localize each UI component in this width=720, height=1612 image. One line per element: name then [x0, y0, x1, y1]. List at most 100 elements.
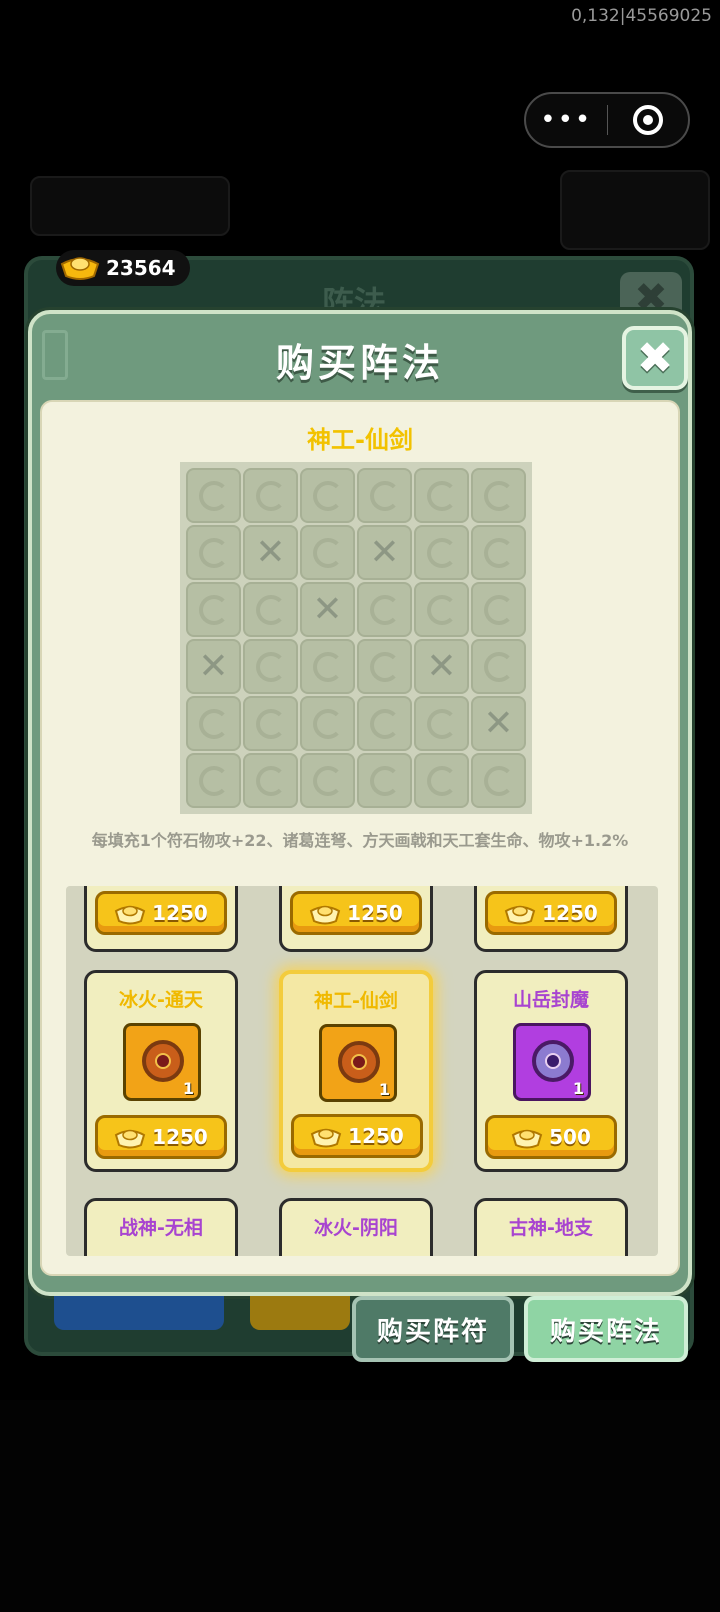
price-button[interactable]: 1250 — [485, 891, 617, 935]
grid-cell: ✕ — [186, 753, 241, 808]
price-value: 1250 — [347, 901, 403, 925]
grid-cell: ✕ — [300, 753, 355, 808]
bottom-tab-bar: 购买阵符 购买阵法 — [0, 1296, 720, 1366]
swirl-icon — [255, 651, 286, 682]
rune-icon — [142, 1040, 184, 1082]
formation-shop-list[interactable]: 1250 1250 1250 冰火-通天 1 1250 神工-仙剑 1 1250… — [66, 886, 658, 1256]
gold-ingot-icon — [114, 905, 146, 925]
cross-icon: ✕ — [369, 532, 400, 573]
gold-ingot-icon — [309, 905, 341, 925]
grid-cell-blocked: ✕ — [243, 525, 298, 580]
close-button[interactable]: ✖ — [622, 326, 688, 390]
card-name: 神工-仙剑 — [314, 990, 398, 1012]
swirl-icon — [255, 480, 286, 511]
mini-program-capsule: ••• — [524, 92, 690, 148]
shop-card-bingfeng-yinyang[interactable]: 冰火-阴阳 — [279, 1198, 433, 1256]
gold-ingot-icon — [114, 1129, 146, 1149]
card-name: 战神-无相 — [119, 1217, 203, 1239]
swirl-icon — [312, 708, 343, 739]
background-tab — [54, 1296, 224, 1330]
shop-card-zhanshen-wuxiang[interactable]: 战神-无相 — [84, 1198, 238, 1256]
swirl-icon — [255, 594, 286, 625]
grid-cell-blocked: ✕ — [414, 639, 469, 694]
gold-ingot-icon — [310, 1128, 342, 1148]
swirl-icon — [426, 708, 457, 739]
modal-title: 购买阵法 — [275, 341, 444, 385]
swirl-icon — [312, 765, 343, 796]
price-value: 500 — [549, 1125, 591, 1149]
rune-item-tile: 1 — [123, 1023, 201, 1101]
rune-item-tile: 1 — [319, 1024, 397, 1102]
cross-icon: ✕ — [198, 646, 229, 687]
rune-icon — [338, 1041, 380, 1083]
grid-cell: ✕ — [471, 582, 526, 637]
background-box — [560, 170, 710, 250]
grid-cell: ✕ — [357, 753, 412, 808]
swirl-icon — [483, 651, 514, 682]
swirl-icon — [198, 480, 229, 511]
card-name: 冰火-通天 — [119, 989, 203, 1011]
shop-card-gushen-dizhi[interactable]: 古神-地支 — [474, 1198, 628, 1256]
swirl-icon — [369, 651, 400, 682]
background-area — [0, 1400, 720, 1612]
shop-card-shengong-xianjian[interactable]: 神工-仙剑 1 1250 — [279, 970, 433, 1172]
rune-item-tile: 1 — [513, 1023, 591, 1101]
swirl-icon — [369, 708, 400, 739]
swirl-icon — [483, 537, 514, 568]
grid-cell: ✕ — [357, 468, 412, 523]
price-button[interactable]: 1250 — [290, 891, 422, 935]
tab-buy-rune[interactable]: 购买阵符 — [352, 1296, 514, 1362]
modal-content: 神工-仙剑 ✕✕✕✕✕✕✕✕✕✕✕✕✕✕✕✕✕✕✕✕✕✕✕✕✕✕✕✕✕✕✕✕✕✕… — [40, 400, 680, 1276]
grid-cell: ✕ — [471, 525, 526, 580]
formation-name: 神工-仙剑 — [307, 426, 413, 454]
grid-cell: ✕ — [414, 582, 469, 637]
grid-cell-blocked: ✕ — [357, 525, 412, 580]
swirl-icon — [255, 765, 286, 796]
item-quantity: 1 — [378, 1080, 390, 1099]
more-options-button[interactable]: ••• — [526, 105, 607, 135]
grid-cell: ✕ — [471, 753, 526, 808]
background-tab — [250, 1296, 350, 1330]
grid-cell: ✕ — [357, 582, 412, 637]
price-button[interactable]: 500 — [485, 1115, 617, 1159]
grid-cell: ✕ — [243, 753, 298, 808]
grid-cell: ✕ — [357, 696, 412, 751]
swirl-icon — [426, 594, 457, 625]
price-button[interactable]: 1250 — [95, 891, 227, 935]
price-button[interactable]: 1250 — [95, 1115, 227, 1159]
swirl-icon — [426, 765, 457, 796]
shop-card-partial[interactable]: 1250 — [474, 886, 628, 952]
grid-cell: ✕ — [300, 468, 355, 523]
grid-cell: ✕ — [243, 696, 298, 751]
currency-amount: 23564 — [106, 256, 176, 280]
grid-cell: ✕ — [186, 525, 241, 580]
grid-cell: ✕ — [243, 582, 298, 637]
swirl-icon — [198, 537, 229, 568]
gold-ingot-icon — [504, 905, 536, 925]
price-value: 1250 — [348, 1124, 404, 1148]
grid-cell: ✕ — [186, 696, 241, 751]
price-button[interactable]: 1250 — [291, 1114, 423, 1158]
grid-cell: ✕ — [300, 525, 355, 580]
grid-cell-blocked: ✕ — [300, 582, 355, 637]
formation-description: 每填充1个符石物攻+22、诸葛连弩、方天画戟和天工套生命、物攻+1.2% — [91, 831, 629, 850]
shop-card-shanyue-fengmo[interactable]: 山岳封魔 1 500 — [474, 970, 628, 1172]
swirl-icon — [312, 480, 343, 511]
cross-icon: ✕ — [255, 532, 286, 573]
currency-badge: 23564 — [56, 250, 190, 286]
item-quantity: 1 — [572, 1079, 584, 1098]
swirl-icon — [198, 708, 229, 739]
tab-buy-formation[interactable]: 购买阵法 — [524, 1296, 688, 1362]
shop-card-partial[interactable]: 1250 — [84, 886, 238, 952]
swirl-icon — [483, 765, 514, 796]
grid-cell: ✕ — [243, 639, 298, 694]
rune-icon — [532, 1040, 574, 1082]
grid-cell: ✕ — [300, 696, 355, 751]
gold-ingot-icon — [60, 257, 100, 280]
shop-card-partial[interactable]: 1250 — [279, 886, 433, 952]
swirl-icon — [255, 708, 286, 739]
swirl-icon — [483, 480, 514, 511]
close-mini-program-button[interactable] — [608, 105, 689, 135]
shop-card-bingfeng-tongtian[interactable]: 冰火-通天 1 1250 — [84, 970, 238, 1172]
price-value: 1250 — [542, 901, 598, 925]
